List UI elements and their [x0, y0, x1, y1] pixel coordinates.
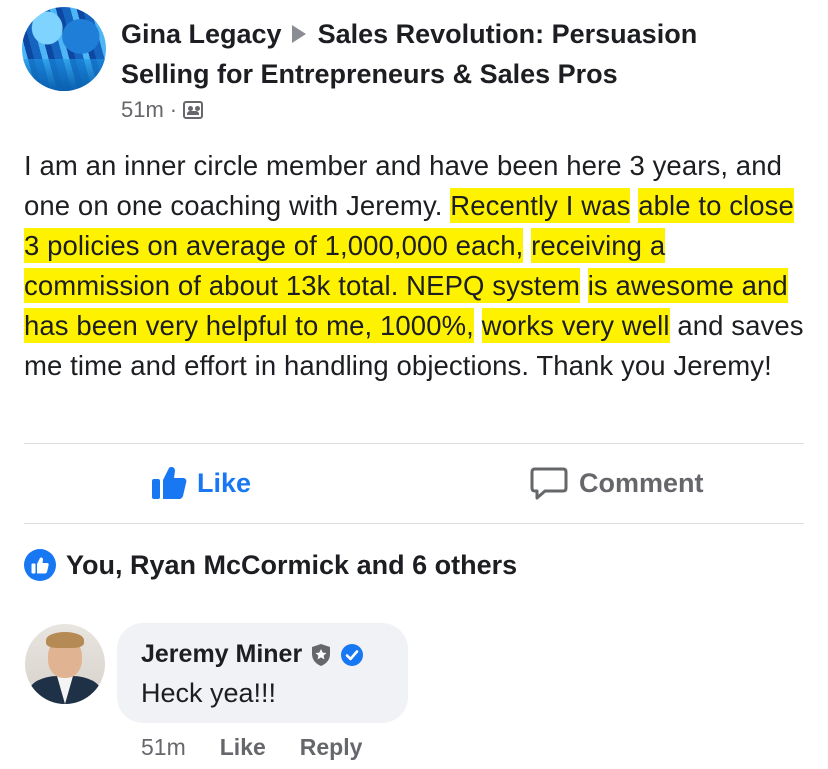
group-audience-icon [183, 101, 204, 119]
thumbs-up-icon [152, 467, 187, 499]
like-button-label: Like [197, 467, 252, 498]
comment-meta: 51m Like Reply [141, 734, 362, 761]
post-author-name[interactable]: Gina Legacy [121, 19, 282, 49]
group-name-part-1[interactable]: Sales Revolution: Persuasion [318, 19, 698, 49]
comment-timestamp[interactable]: 51m [141, 734, 186, 761]
divider-top [24, 443, 804, 444]
reactions-summary-text: You, Ryan McCormick and 6 others [66, 549, 518, 580]
post-body: I am an inner circle member and have bee… [24, 146, 814, 386]
post-author-avatar[interactable] [22, 7, 106, 91]
like-reaction-icon [24, 549, 56, 581]
post-header-line-1: Gina Legacy Sales Revolution: Persuasion [121, 14, 811, 54]
comment-reply-link[interactable]: Reply [300, 734, 363, 761]
comment-author-name[interactable]: Jeremy Miner [141, 640, 302, 669]
arrow-right-icon [291, 24, 306, 43]
reactions-summary[interactable]: You, Ryan McCormick and 6 others [24, 549, 517, 581]
divider-bottom [24, 523, 804, 524]
admin-shield-icon [312, 643, 331, 666]
verified-badge-icon [341, 643, 364, 666]
comment-button-label: Comment [579, 467, 704, 498]
comment-text: Heck yea!!! [141, 678, 277, 708]
meta-separator: · [169, 97, 178, 122]
comment-bubble: Jeremy Miner Heck yea!!! [117, 623, 408, 723]
comment-author-row: Jeremy Miner [141, 640, 364, 669]
comment-like-link[interactable]: Like [220, 734, 266, 761]
post-text-highlight-1: Recently I was [450, 188, 631, 223]
like-button[interactable]: Like [151, 466, 251, 500]
comment-button[interactable]: Comment [529, 466, 704, 500]
post-text-highlight-5: works very well [481, 308, 670, 343]
post-timestamp[interactable]: 51m [121, 97, 164, 123]
commenter-avatar[interactable] [25, 624, 105, 704]
post-header-line-2: Selling for Entrepreneurs & Sales Pros [121, 54, 811, 94]
avatar-hair [46, 632, 84, 648]
group-name-part-2[interactable]: Selling for Entrepreneurs & Sales Pros [121, 59, 618, 89]
post-meta: 51m · [121, 97, 204, 123]
speech-bubble-icon [530, 467, 568, 500]
